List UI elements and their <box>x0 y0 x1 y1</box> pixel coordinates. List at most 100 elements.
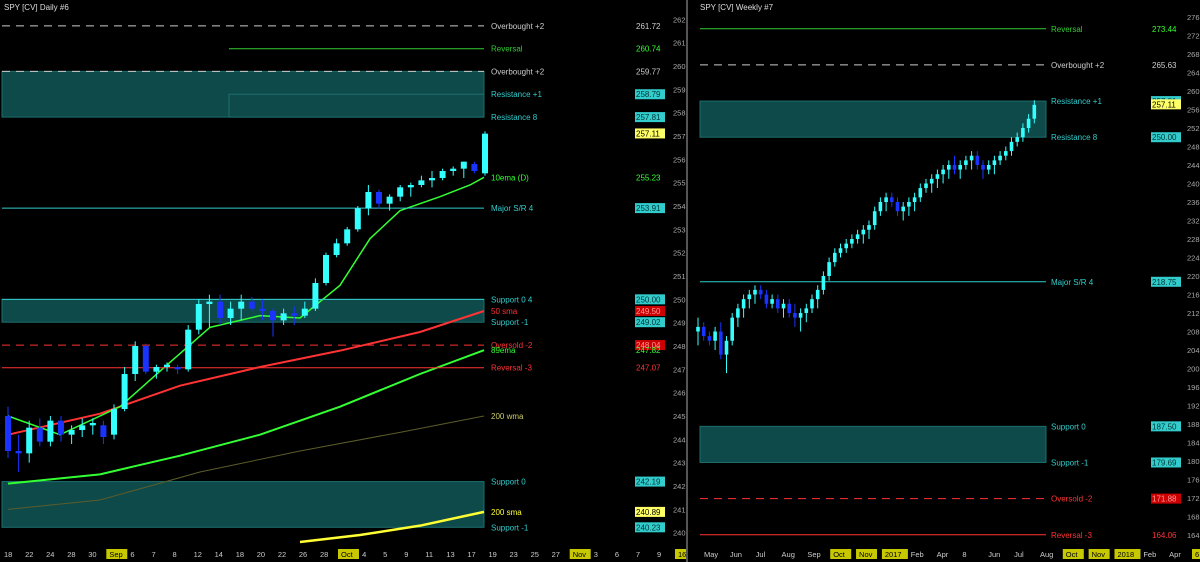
candle-body <box>998 155 1002 161</box>
weekly-chart-panel[interactable]: Reversal 273.44 Overbought +2 265.63 Resista… <box>690 0 1200 562</box>
y-tick-label: 254.00 <box>673 202 686 211</box>
candle-body <box>907 201 911 207</box>
level-label: Major S/R 4 <box>491 204 534 213</box>
x-tick-label: Feb <box>911 550 924 559</box>
level-label: Major S/R 4 <box>1051 278 1094 287</box>
y-tick-label: 243.00 <box>673 459 686 468</box>
value-tag: 265.63 <box>1152 61 1177 70</box>
candle-body <box>912 197 917 202</box>
zone-band-1 <box>228 93 485 118</box>
value-tag: 164.06 <box>1152 531 1177 540</box>
y-tick-label: 261.00 <box>673 39 686 48</box>
level-label: Support 0 <box>491 478 526 487</box>
y-tick-label: 204.00 <box>1187 346 1200 355</box>
level-label: Reversal <box>491 45 523 54</box>
candle-body <box>450 168 457 171</box>
candle-body <box>798 313 803 318</box>
daily-chart-panel[interactable]: Overbought +2 261.72 Reversal 260.74 Overbou… <box>0 0 688 562</box>
candle-body <box>153 367 160 372</box>
y-tick-label: 256.00 <box>673 155 686 164</box>
daily-chart: Overbought +2 261.72 Reversal 260.74 Overbou… <box>0 3 686 562</box>
x-tick-label: 28 <box>67 550 75 559</box>
x-tick-label: Jun <box>988 550 1000 559</box>
x-tick-label: Sep <box>109 550 122 559</box>
candle-body <box>407 185 414 188</box>
y-tick-label: 264.00 <box>1187 68 1200 77</box>
y-tick-label: 228.00 <box>1187 235 1200 244</box>
x-tick-label: 19 <box>488 550 496 559</box>
y-tick-label: 244.00 <box>1187 161 1200 170</box>
level-label: Resistance 8 <box>491 113 538 122</box>
candle-body <box>217 301 223 318</box>
y-tick-label: 252.00 <box>1187 124 1200 133</box>
y-tick-label: 168.00 <box>1187 513 1200 522</box>
x-tick-label: Oct <box>833 550 846 559</box>
y-tick-label: 200.00 <box>1187 365 1200 374</box>
level-label: Support 0 4 <box>491 295 533 304</box>
x-tick-label: Sep <box>807 550 820 559</box>
candle-body <box>958 164 962 170</box>
y-tick-label: 232.00 <box>1187 216 1200 225</box>
candle-body <box>376 192 382 204</box>
level-label: Oversold -2 <box>1051 495 1093 504</box>
candle-body <box>935 174 940 179</box>
y-tick-label: 176.00 <box>1187 476 1200 485</box>
candle-body <box>248 301 255 309</box>
x-tick-label: Nov <box>573 550 587 559</box>
y-tick-label: 272.00 <box>1187 31 1200 40</box>
value-tag: 171.88 <box>1152 495 1177 504</box>
candle-body <box>758 289 763 295</box>
candle-body <box>301 308 308 316</box>
value-tag: 247.07 <box>636 364 661 373</box>
candle-body <box>89 423 96 426</box>
candle-body <box>1026 118 1031 128</box>
candle-body <box>969 155 974 161</box>
candle-body <box>895 201 900 212</box>
candle-body <box>26 427 33 454</box>
y-tick-label: 259.00 <box>673 85 686 94</box>
value-tag: 247.82 <box>636 346 661 355</box>
y-tick-label: 196.00 <box>1187 383 1200 392</box>
candle-body <box>975 155 980 165</box>
candle-body <box>185 329 192 370</box>
candle-body <box>164 364 170 367</box>
candle-body <box>981 164 985 170</box>
y-tick-label: 188.00 <box>1187 420 1200 429</box>
y-tick-label: 184.00 <box>1187 439 1200 448</box>
level-label: Support -1 <box>1051 458 1089 467</box>
y-tick-label: 262.00 <box>673 15 686 24</box>
value-tag: 273.44 <box>1152 25 1177 34</box>
level-label: Resistance +1 <box>1051 97 1102 106</box>
x-tick-label: 24 <box>46 550 54 559</box>
y-tick-label: 236.00 <box>1187 198 1200 207</box>
value-tag: 249.50 <box>636 307 661 316</box>
candle-body <box>793 313 797 318</box>
candle-body <box>992 160 997 165</box>
candle-body <box>736 308 740 318</box>
candle-body <box>312 283 319 309</box>
candle-body <box>867 225 871 230</box>
x-tick-label: 25 <box>531 550 539 559</box>
x-tick-label: Oct <box>341 550 354 559</box>
level-label: Reversal -3 <box>491 364 532 373</box>
x-tick-label: Aug <box>1040 550 1053 559</box>
candle-body <box>986 164 991 170</box>
y-tick-label: 240.00 <box>673 529 686 538</box>
candle-body <box>323 255 329 283</box>
candle-body <box>58 420 64 435</box>
level-label: 200 wma <box>491 412 524 421</box>
x-tick-label: 18 <box>4 550 12 559</box>
level-label: Resistance 8 <box>1051 133 1098 142</box>
candle-body <box>333 243 340 255</box>
candle-body <box>884 197 888 202</box>
y-tick-label: 253.00 <box>673 225 686 234</box>
x-tick-label: 17 <box>467 550 475 559</box>
x-tick-label: 2018 <box>1117 550 1134 559</box>
candle-body <box>861 229 866 235</box>
candle-body <box>1021 127 1025 138</box>
y-tick-label: 248.00 <box>673 342 686 351</box>
x-tick-label: 28 <box>320 550 328 559</box>
x-tick-label: Apr <box>1169 550 1181 559</box>
x-tick-label: Jul <box>1014 550 1024 559</box>
value-tag: 259.77 <box>636 67 661 76</box>
